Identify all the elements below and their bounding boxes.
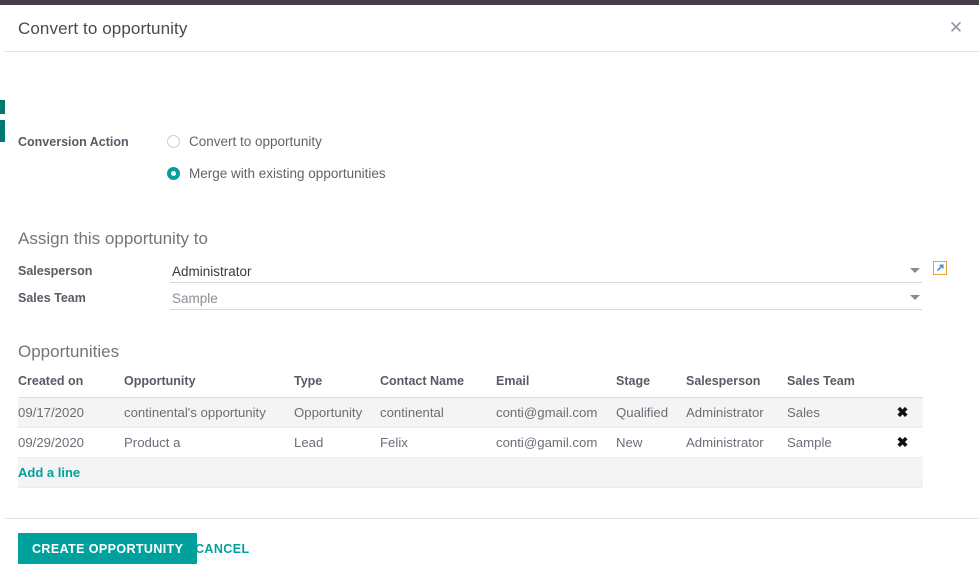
cell-created-on: 09/17/2020 xyxy=(18,398,124,428)
column-header-contact-name: Contact Name xyxy=(380,374,496,398)
cell-email: conti@gmail.com xyxy=(496,398,616,428)
salesperson-value: Administrator xyxy=(170,264,910,279)
radio-option-label: Convert to opportunity xyxy=(189,134,322,149)
delete-row-icon[interactable]: ✖ xyxy=(897,405,909,419)
cell-created-on: 09/29/2020 xyxy=(18,428,124,458)
column-header-stage: Stage xyxy=(616,374,686,398)
cell-stage: New xyxy=(616,428,686,458)
cell-sales-team: Sales xyxy=(787,398,882,428)
chevron-down-icon[interactable] xyxy=(910,268,920,273)
assign-section-heading: Assign this opportunity to xyxy=(18,229,208,249)
convert-to-opportunity-dialog: Convert to opportunity ✕ Conversion Acti… xyxy=(5,5,979,577)
close-icon[interactable]: ✕ xyxy=(945,17,967,39)
add-line-row: Add a line xyxy=(18,458,923,488)
cell-contact-name: Felix xyxy=(380,428,496,458)
column-header-type: Type xyxy=(294,374,380,398)
radio-icon-selected xyxy=(167,167,180,180)
cell-opportunity: continental's opportunity xyxy=(124,398,294,428)
table-header-row: Created on Opportunity Type Contact Name… xyxy=(18,374,923,398)
cell-salesperson: Administrator xyxy=(686,428,787,458)
radio-option-merge-with-existing[interactable]: Merge with existing opportunities xyxy=(167,166,386,181)
cell-opportunity: Product a xyxy=(124,428,294,458)
cell-type: Opportunity xyxy=(294,398,380,428)
radio-option-convert-to-opportunity[interactable]: Convert to opportunity xyxy=(167,134,322,149)
salesperson-label: Salesperson xyxy=(18,264,92,278)
column-header-opportunity: Opportunity xyxy=(124,374,294,398)
column-header-sales-team: Sales Team xyxy=(787,374,882,398)
table-row[interactable]: 09/17/2020 continental's opportunity Opp… xyxy=(18,398,923,428)
delete-row-icon[interactable]: ✖ xyxy=(897,435,909,449)
sales-team-label: Sales Team xyxy=(18,291,86,305)
add-line-cell: Add a line xyxy=(18,458,923,488)
dialog-body: Conversion Action Convert to opportunity… xyxy=(5,52,979,518)
cell-type: Lead xyxy=(294,428,380,458)
radio-icon xyxy=(167,135,180,148)
add-a-line-link[interactable]: Add a line xyxy=(18,465,80,480)
cell-email: conti@gamil.com xyxy=(496,428,616,458)
column-header-delete xyxy=(882,374,923,398)
sales-team-value: Sample xyxy=(170,291,910,306)
external-link-icon[interactable] xyxy=(933,261,947,275)
column-header-email: Email xyxy=(496,374,616,398)
radio-option-label: Merge with existing opportunities xyxy=(189,166,386,181)
dialog-title: Convert to opportunity xyxy=(18,19,187,39)
dialog-footer: CREATE OPPORTUNITY CANCEL xyxy=(5,518,979,577)
cell-delete: ✖ xyxy=(882,398,923,428)
cell-sales-team: Sample xyxy=(787,428,882,458)
cell-stage: Qualified xyxy=(616,398,686,428)
conversion-action-label: Conversion Action xyxy=(18,135,129,149)
dialog-header: Convert to opportunity ✕ xyxy=(5,5,979,52)
cell-delete: ✖ xyxy=(882,428,923,458)
opportunities-table: Created on Opportunity Type Contact Name… xyxy=(18,374,923,488)
column-header-salesperson: Salesperson xyxy=(686,374,787,398)
cancel-button[interactable]: CANCEL xyxy=(195,533,249,564)
create-opportunity-button[interactable]: CREATE OPPORTUNITY xyxy=(18,533,197,564)
cell-contact-name: continental xyxy=(380,398,496,428)
salesperson-field[interactable]: Administrator xyxy=(170,260,922,283)
sales-team-field[interactable]: Sample xyxy=(170,287,922,310)
column-header-created-on: Created on xyxy=(18,374,124,398)
opportunities-section-heading: Opportunities xyxy=(18,342,119,362)
table-row[interactable]: 09/29/2020 Product a Lead Felix conti@ga… xyxy=(18,428,923,458)
chevron-down-icon[interactable] xyxy=(910,295,920,300)
cell-salesperson: Administrator xyxy=(686,398,787,428)
